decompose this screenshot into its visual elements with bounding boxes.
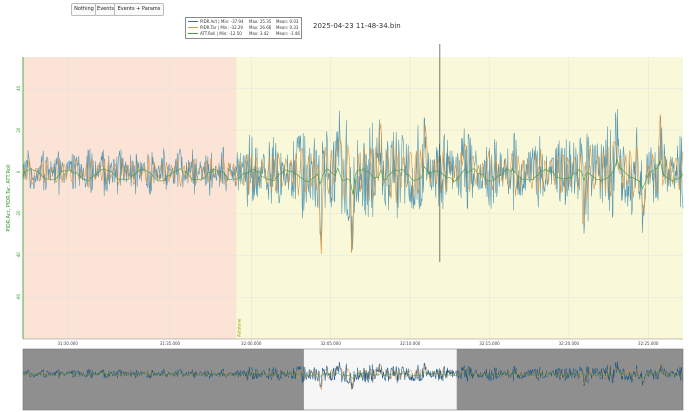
x-tick-label: 32:00.000 — [241, 341, 262, 346]
x-tick-label: 31:30.000 — [57, 341, 78, 346]
y-axis-title: PIDR.Act, PIDR.Tar, ATT.Roll — [6, 164, 12, 231]
x-tick-label: 32:25.000 — [638, 341, 659, 346]
chart-canvas[interactable]: Autotune 40 20 0 -20 -40 -60 PIDR.Act, PIDR.Ta… — [0, 0, 690, 412]
x-tick-label: 32:15.000 — [479, 341, 500, 346]
mode-region — [23, 57, 237, 339]
x-tick-label: 32:05.000 — [320, 341, 341, 346]
x-tick-label: 31:35.000 — [160, 341, 181, 346]
y-tick-label: 0 — [16, 170, 21, 173]
y-tick-label: -40 — [16, 252, 21, 259]
y-tick-label: -60 — [16, 294, 21, 301]
y-tick-label: -20 — [16, 210, 21, 217]
mode-label: Autotune — [236, 318, 241, 337]
mode-region — [236, 57, 683, 339]
overview-selection-window[interactable] — [303, 349, 457, 410]
y-tick-label: 40 — [16, 85, 21, 91]
y-tick-label: 20 — [16, 127, 21, 133]
x-tick-label: 32:10.000 — [400, 341, 421, 346]
x-tick-label: 32:20.000 — [559, 341, 580, 346]
